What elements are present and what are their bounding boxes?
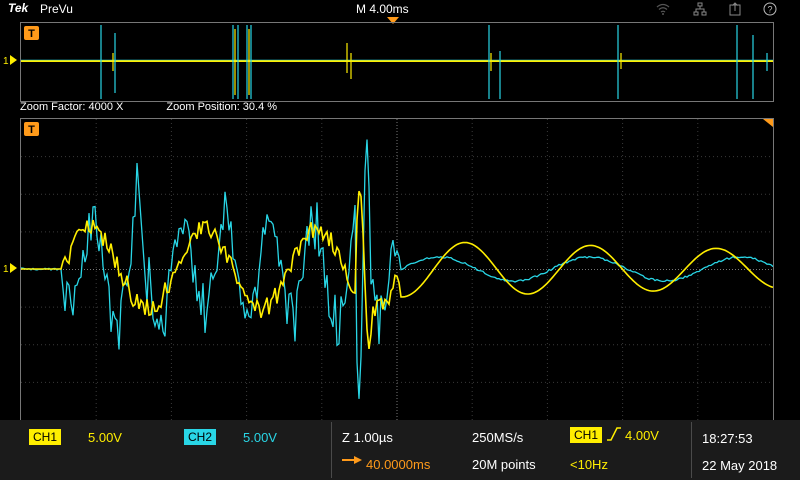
network-icon[interactable] [693, 2, 707, 16]
trigger-level: 4.00V [625, 428, 659, 443]
horizontal-position: 40.0000ms [366, 457, 431, 472]
zoom-trigger-icon-label: T [28, 124, 35, 136]
svg-text:?: ? [767, 5, 772, 15]
bottom-status-bar: CH1 5.00V CH2 5.00V Z 1.00µs 40.0000ms 2… [0, 420, 800, 480]
ch2-badge[interactable]: CH2 [184, 429, 217, 445]
zoom-scale: Z 1.00µs [342, 430, 393, 445]
top-bar: Tek PreVu M 4.00ms ? [0, 0, 800, 18]
ch1-label: CH1 [33, 430, 58, 444]
zoom-corner-marker [763, 119, 773, 127]
zoom-factor: Zoom Factor: 4000 X [20, 101, 124, 113]
trigger-source-badge[interactable]: CH1 [570, 427, 603, 443]
ch1-scale[interactable]: 5.00V [88, 430, 122, 445]
brand-logo: Tek [8, 1, 29, 15]
zoom-info: Zoom Factor: 4000 X Zoom Position: 30.4 … [20, 101, 317, 113]
ch1-waveform [21, 190, 774, 350]
ch2-scale[interactable]: 5.00V [243, 430, 277, 445]
zoom-waveform-display[interactable]: T [20, 118, 774, 421]
clock-date: 22 May 2018 [702, 458, 778, 473]
record-length: 20M points [472, 457, 536, 472]
zoom-plot: T [20, 119, 774, 420]
timebase-readout: M 4.00ms [356, 2, 409, 16]
ch1-ground-marker-overview[interactable]: 1 [2, 53, 20, 67]
ch1-ground-marker-zoom[interactable]: 1 [2, 261, 20, 275]
svg-text:1: 1 [3, 56, 9, 67]
svg-text:1: 1 [3, 264, 9, 275]
channel-panel: CH1 5.00V CH2 5.00V [0, 420, 330, 480]
ch1-badge[interactable]: CH1 [29, 429, 62, 445]
trigger-source: CH1 [574, 428, 599, 442]
help-icon[interactable]: ? [763, 2, 777, 16]
acquisition-mode: PreVu [40, 2, 73, 16]
wifi-icon[interactable] [656, 2, 670, 16]
trigger-icon-label: T [28, 28, 35, 40]
ch2-label: CH2 [188, 430, 213, 444]
trigger-frequency: <10Hz [570, 457, 608, 472]
sample-rate: 250MS/s [472, 430, 524, 445]
clock-time: 18:27:53 [702, 431, 753, 446]
horizontal-panel[interactable]: Z 1.00µs 40.0000ms 250MS/s 20M points CH… [332, 420, 690, 480]
horizontal-position-arrow-icon [342, 456, 362, 464]
overview-plot: T [21, 25, 773, 99]
zoom-position: Zoom Position: 30.4 % [166, 101, 278, 113]
datetime-panel: 18:27:53 22 May 2018 [692, 420, 800, 480]
rising-edge-icon [607, 427, 621, 441]
overview-waveform[interactable]: T [20, 22, 774, 102]
export-icon[interactable] [728, 2, 742, 16]
